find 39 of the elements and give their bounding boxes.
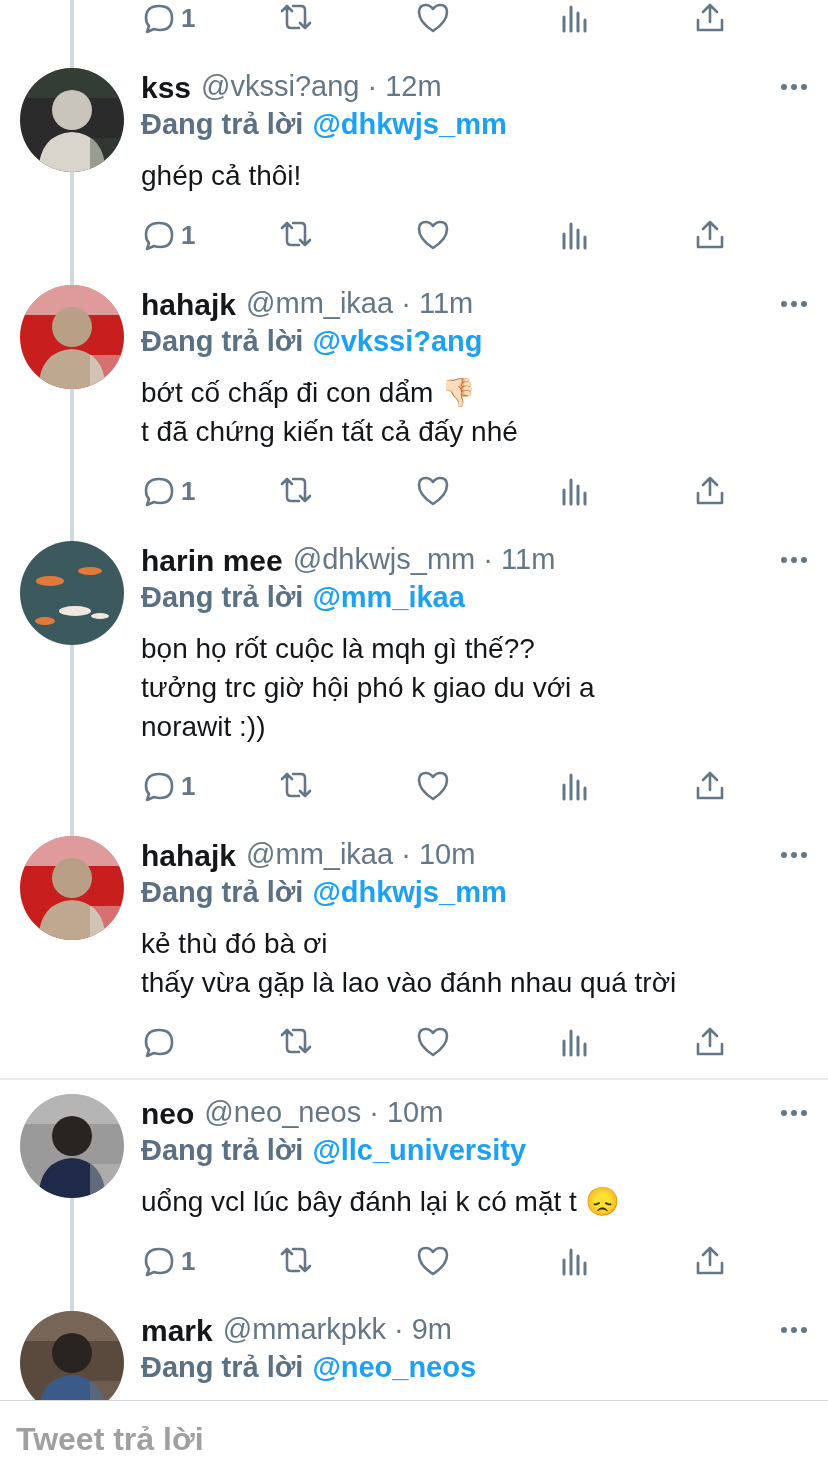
- user-name[interactable]: hahajk: [141, 281, 237, 327]
- replying-to-label: Đang trả lời: [141, 580, 304, 616]
- replying-to-label: Đang trả lời: [141, 875, 304, 911]
- reply-count: 1: [181, 1, 196, 35]
- handle-and-time: @mm_ikaa · 10m: [246, 837, 476, 873]
- more-options-icon[interactable]: [780, 851, 808, 859]
- tweet-text: thấy vừa gặp là lao vào đánh nhau quá trời: [141, 966, 678, 1000]
- tweet-text: ghép cả thôi!: [141, 159, 303, 193]
- replying-to-label: Đang trả lời: [141, 107, 304, 143]
- user-name[interactable]: mark: [141, 1307, 213, 1353]
- replying-to-label: Đang trả lời: [141, 1133, 304, 1169]
- more-options-icon[interactable]: [780, 83, 808, 91]
- reply-count: 1: [181, 769, 196, 803]
- tweet-text: norawit :)): [141, 710, 267, 744]
- more-options-icon[interactable]: [780, 300, 808, 308]
- tweet-text: kẻ thù đó bà ơi: [141, 927, 329, 961]
- more-options-icon[interactable]: [780, 1109, 808, 1117]
- tweet-text: tưởng trc giờ hội phó k giao du với a: [141, 671, 596, 705]
- replying-to-label: Đang trả lời: [141, 324, 304, 360]
- more-options-icon[interactable]: [780, 556, 808, 564]
- reply-count: 1: [181, 218, 196, 252]
- more-options-icon[interactable]: [780, 1326, 808, 1334]
- tweet-text: uổng vcl lúc bây đánh lại k có mặt t 😞: [141, 1185, 621, 1219]
- user-name[interactable]: neo: [141, 1090, 195, 1136]
- handle-and-time: @dhkwjs_mm · 11m: [292, 542, 556, 578]
- tweet-text: bọn họ rốt cuộc là mqh gì thế??: [141, 632, 536, 666]
- reply-input-field[interactable]: Tweet trả lời: [16, 1411, 812, 1468]
- reply-count: 1: [181, 1244, 196, 1278]
- tweet-text: t đã chứng kiến tất cả đấy nhé: [141, 415, 519, 449]
- replying-to-label: Đang trả lời: [141, 1350, 304, 1386]
- user-name[interactable]: harin mee: [141, 537, 283, 583]
- handle-and-time: @mm_ikaa · 11m: [246, 286, 474, 322]
- handle-and-time: @vkssi?ang · 12m: [201, 69, 442, 105]
- user-name[interactable]: hahajk: [141, 832, 237, 878]
- user-name[interactable]: kss: [141, 64, 192, 110]
- tweet-text: bớt cố chấp đi con dẩm 👎🏻: [141, 376, 478, 410]
- reply-count: 1: [181, 474, 196, 508]
- handle-and-time: @neo_neos · 10m: [204, 1095, 444, 1131]
- handle-and-time: @mmarkpkk · 9m: [222, 1312, 452, 1348]
